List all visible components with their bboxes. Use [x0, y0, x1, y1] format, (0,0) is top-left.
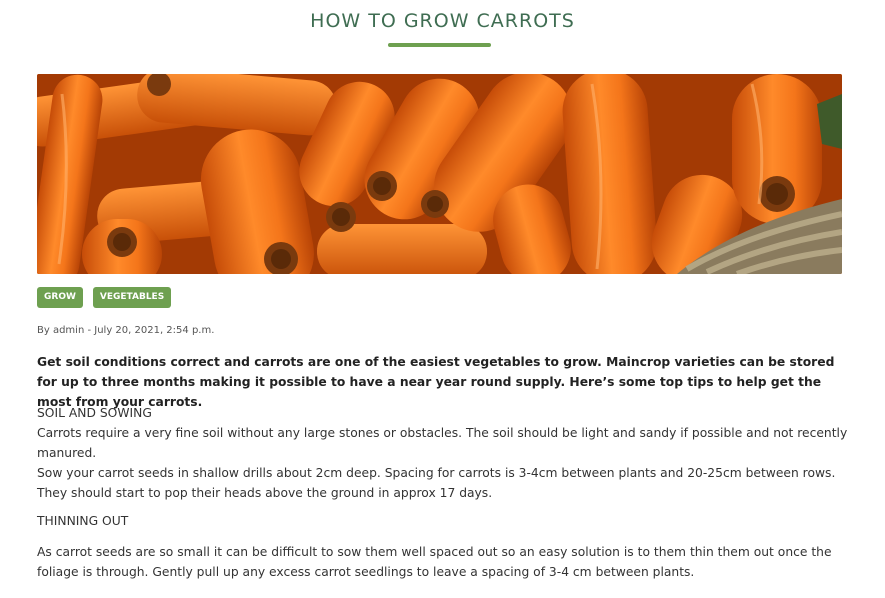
section-heading: SOIL AND SOWING — [37, 406, 152, 420]
title-underline — [388, 43, 491, 47]
section-paragraph: Sow your carrot seeds in shallow drills … — [37, 466, 836, 500]
tag-grow[interactable]: GROW — [37, 287, 83, 308]
carrots-photo — [37, 74, 842, 274]
section-paragraph-thinning-out: As carrot seeds are so small it can be d… — [37, 545, 832, 579]
section-paragraph: Carrots require a very fine soil without… — [37, 426, 848, 460]
post-meta: By admin - July 20, 2021, 2:54 p.m. — [37, 325, 215, 336]
hero-image — [37, 74, 842, 274]
article-title: HOW TO GROW CARROTS — [310, 10, 575, 32]
section-heading-thinning-out: THINNING OUT — [37, 514, 129, 528]
tag-list: GROW VEGETABLES — [37, 287, 172, 308]
section-soil-and-sowing: SOIL AND SOWING Carrots require a very f… — [37, 403, 849, 503]
tag-vegetables[interactable]: VEGETABLES — [92, 287, 172, 308]
